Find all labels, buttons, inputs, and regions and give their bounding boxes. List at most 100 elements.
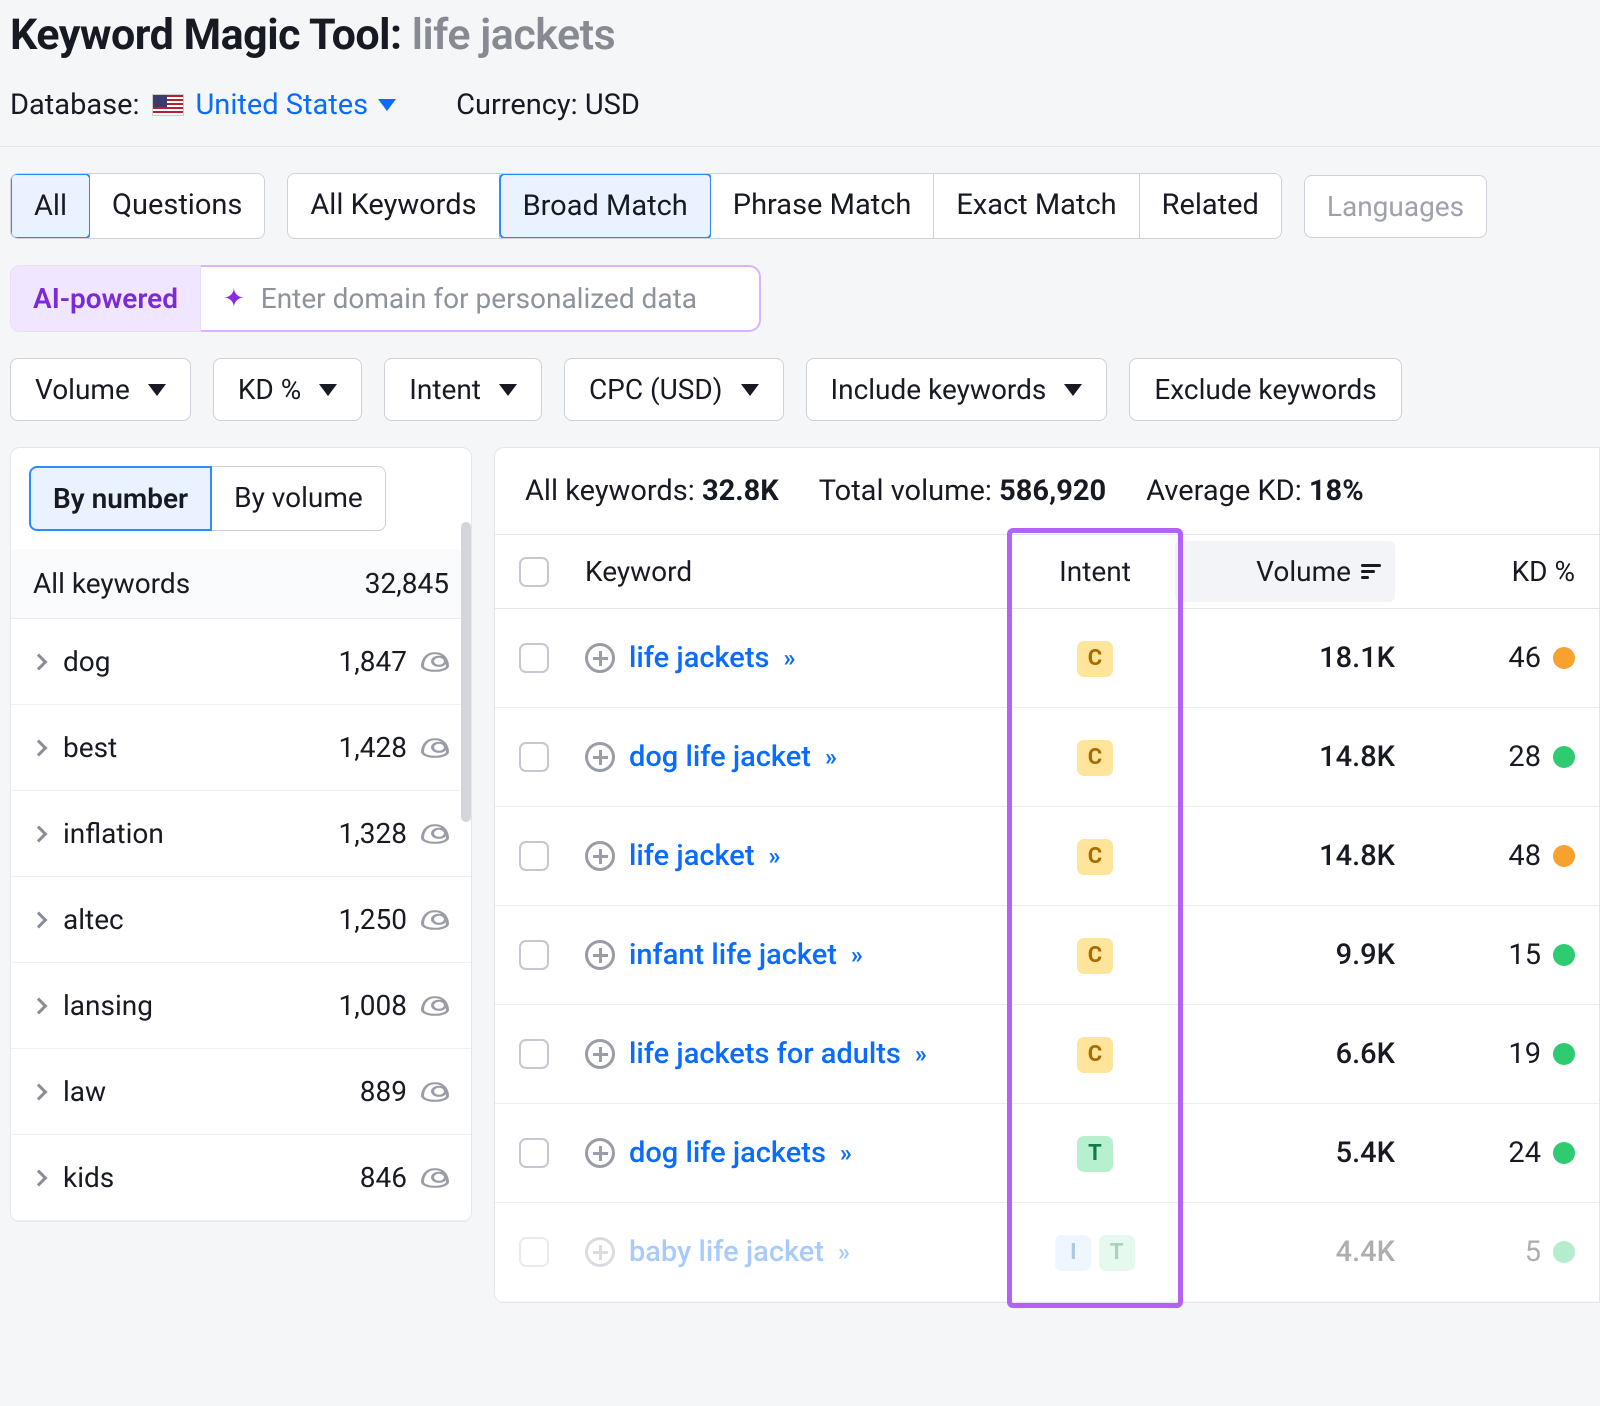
eye-icon[interactable] — [421, 910, 449, 930]
sidebar-group-item[interactable]: lansing1,008 — [11, 963, 471, 1049]
keyword-link[interactable]: life jacket — [629, 839, 755, 873]
kd-cell: 24 — [1395, 1136, 1575, 1170]
tab-questions[interactable]: Questions — [90, 174, 264, 238]
row-checkbox[interactable] — [519, 841, 549, 871]
select-all-checkbox[interactable] — [519, 557, 549, 587]
sidebar-group-item[interactable]: dog1,847 — [11, 619, 471, 705]
kd-cell: 15 — [1395, 938, 1575, 972]
chevron-right-icon — [31, 653, 48, 670]
eye-icon[interactable] — [421, 1082, 449, 1102]
volume-cell: 14.8K — [1175, 740, 1395, 774]
row-checkbox[interactable] — [519, 742, 549, 772]
sidebar-tab-number[interactable]: By number — [29, 466, 212, 531]
row-checkbox[interactable] — [519, 1039, 549, 1069]
keyword-link[interactable]: dog life jackets — [629, 1136, 826, 1170]
expand-icon[interactable]: » — [783, 644, 791, 672]
meta-row: Database: United States Currency: USD — [10, 88, 1590, 122]
keyword-link[interactable]: life jackets for adults — [629, 1037, 901, 1071]
filter-cpc[interactable]: CPC (USD) — [564, 358, 784, 421]
tabs-primary: All Questions — [10, 173, 265, 239]
database-selector[interactable]: Database: United States — [10, 88, 396, 122]
sidebar-group-item[interactable]: kids846 — [11, 1135, 471, 1221]
sidebar-tab-volume[interactable]: By volume — [212, 466, 386, 531]
expand-icon[interactable]: » — [915, 1040, 923, 1068]
add-keyword-icon[interactable] — [585, 1237, 615, 1267]
main-wrap: All keywords: 32.8K Total volume: 586,92… — [494, 447, 1600, 1303]
keyword-link[interactable]: infant life jacket — [629, 938, 837, 972]
stat-all-label: All keywords: — [525, 474, 695, 508]
tab-broad-match[interactable]: Broad Match — [499, 173, 712, 239]
sidebar-group-item[interactable]: altec1,250 — [11, 877, 471, 963]
eye-icon[interactable] — [421, 1168, 449, 1188]
database-link[interactable]: United States — [196, 88, 397, 122]
row-checkbox[interactable] — [519, 1138, 549, 1168]
chevron-down-icon — [1064, 384, 1082, 396]
sidebar-group-item[interactable]: inflation1,328 — [11, 791, 471, 877]
filter-cpc-label: CPC (USD) — [589, 373, 723, 406]
col-keyword[interactable]: Keyword — [585, 555, 1015, 588]
sidebar-all-count: 32,845 — [365, 567, 449, 600]
add-keyword-icon[interactable] — [585, 643, 615, 673]
intent-cell: I T — [1015, 1233, 1175, 1271]
chevron-down-icon — [378, 99, 396, 111]
keyword-link[interactable]: life jackets — [629, 641, 769, 675]
ai-domain-input-wrap[interactable]: ✦ — [201, 265, 761, 332]
expand-icon[interactable]: » — [838, 1238, 846, 1266]
chevron-right-icon — [31, 739, 48, 756]
eye-icon[interactable] — [421, 824, 449, 844]
group-name: kids — [63, 1161, 114, 1194]
col-intent[interactable]: Intent — [1015, 555, 1175, 588]
eye-icon[interactable] — [421, 996, 449, 1016]
sort-desc-icon — [1361, 564, 1381, 579]
add-keyword-icon[interactable] — [585, 940, 615, 970]
group-count: 1,428 — [339, 731, 407, 764]
table-row: dog life jacket »C14.8K28 — [495, 708, 1599, 807]
ai-domain-input[interactable] — [261, 282, 737, 315]
languages-filter[interactable]: Languages — [1304, 175, 1487, 238]
sidebar-group-item[interactable]: best1,428 — [11, 705, 471, 791]
sidebar-scrollbar[interactable] — [461, 522, 471, 822]
col-volume[interactable]: Volume — [1175, 541, 1395, 602]
row-checkbox[interactable] — [519, 643, 549, 673]
us-flag-icon — [152, 94, 184, 116]
sidebar-group-item[interactable]: law889 — [11, 1049, 471, 1135]
table-row: dog life jackets »T5.4K24 — [495, 1104, 1599, 1203]
add-keyword-icon[interactable] — [585, 841, 615, 871]
kd-cell: 19 — [1395, 1037, 1575, 1071]
chevron-right-icon — [31, 911, 48, 928]
content-area: By number By volume All keywords 32,845 … — [0, 447, 1600, 1303]
add-keyword-icon[interactable] — [585, 742, 615, 772]
eye-icon[interactable] — [421, 652, 449, 672]
tab-related[interactable]: Related — [1140, 174, 1281, 238]
tab-exact-match[interactable]: Exact Match — [934, 174, 1139, 238]
sidebar-tabs: By number By volume — [11, 448, 471, 549]
expand-icon[interactable]: » — [825, 743, 833, 771]
expand-icon[interactable]: » — [851, 941, 859, 969]
filter-exclude[interactable]: Exclude keywords — [1129, 358, 1401, 421]
filter-kd[interactable]: KD % — [213, 358, 362, 421]
group-count: 1,328 — [339, 817, 407, 850]
sidebar-all-keywords[interactable]: All keywords 32,845 — [11, 549, 471, 619]
expand-icon[interactable]: » — [840, 1139, 848, 1167]
tab-all[interactable]: All — [10, 173, 91, 239]
filter-include[interactable]: Include keywords — [806, 358, 1108, 421]
stat-akd-value: 18% — [1309, 474, 1364, 508]
sparkle-icon: ✦ — [223, 284, 245, 314]
keyword-link[interactable]: baby life jacket — [629, 1235, 824, 1269]
tab-all-keywords[interactable]: All Keywords — [288, 174, 499, 238]
group-count: 1,250 — [339, 903, 407, 936]
keyword-cell: baby life jacket » — [585, 1235, 1015, 1269]
kd-dot-icon — [1553, 1142, 1575, 1164]
tab-phrase-match[interactable]: Phrase Match — [711, 174, 935, 238]
add-keyword-icon[interactable] — [585, 1138, 615, 1168]
kd-dot-icon — [1553, 1241, 1575, 1263]
eye-icon[interactable] — [421, 738, 449, 758]
expand-icon[interactable]: » — [769, 842, 777, 870]
keyword-link[interactable]: dog life jacket — [629, 740, 811, 774]
row-checkbox[interactable] — [519, 940, 549, 970]
col-kd[interactable]: KD % — [1395, 555, 1575, 588]
filter-volume[interactable]: Volume — [10, 358, 191, 421]
row-checkbox[interactable] — [519, 1237, 549, 1267]
add-keyword-icon[interactable] — [585, 1039, 615, 1069]
filter-intent[interactable]: Intent — [384, 358, 542, 421]
